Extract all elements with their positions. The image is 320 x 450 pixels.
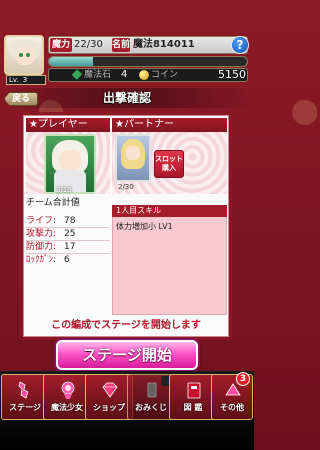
book-icon [187, 382, 201, 399]
mana-value: 22/30 [74, 39, 103, 50]
player-card[interactable] [44, 134, 96, 194]
team-total-title: チーム合計値 [26, 198, 80, 208]
divider [26, 240, 110, 241]
nav-encyclopedia[interactable] [169, 374, 217, 420]
divider [26, 253, 110, 254]
nav-magical-girl[interactable] [43, 374, 91, 420]
level-value: 3 [22, 76, 28, 84]
nav-shop[interactable] [85, 374, 133, 420]
experience-bar-fill [49, 57, 93, 66]
mana-label: 魔力 [50, 38, 72, 52]
slot-purchase-label-2: 購入 [162, 164, 176, 172]
nav-label-other: その他 [220, 403, 244, 412]
name-label: 名前 [112, 38, 131, 52]
player-card-cost: 3/15 [56, 186, 72, 194]
girl-icon [61, 381, 75, 399]
coin-label: コイン [151, 70, 179, 80]
player-section-header: ★プレイヤー [26, 118, 110, 132]
stat-label: 攻撃力: [26, 229, 57, 239]
magic-stone-label: 魔法石 [84, 70, 112, 80]
level-label: Lv. [9, 76, 19, 84]
page-title: 出撃確認 [102, 91, 151, 105]
nav-label-shop: ショップ [93, 403, 125, 412]
stat-value: 6 [64, 255, 70, 265]
map-icon [18, 381, 29, 399]
skill-name: 体力増加小 LV1 [116, 222, 173, 231]
stat-value: 17 [64, 242, 76, 252]
stat-row-lockgun: ﾛｯｸｶﾞﾝ: 6 [26, 255, 110, 266]
partner-card-cost: 2/30 [118, 183, 134, 191]
stat-label: ライフ: [26, 216, 57, 226]
stat-row-defense: 防御力: 17 [26, 242, 110, 253]
stat-row-life: ライフ: 78 [26, 216, 110, 227]
level-display: Lv. 3 [6, 75, 46, 85]
help-button[interactable]: ? [231, 36, 249, 54]
gem-icon [102, 382, 118, 398]
slot-purchase-button[interactable]: スロット 購入 [154, 150, 184, 178]
confirm-message: この編成でステージを開始します [51, 320, 201, 331]
magic-stone-value: 4 [121, 69, 128, 80]
stat-value: 25 [64, 229, 76, 239]
stat-label: 防御力: [26, 242, 57, 252]
stat-label: ﾛｯｸｶﾞﾝ: [26, 255, 57, 265]
stat-value: 78 [64, 216, 76, 226]
fortune-icon [147, 382, 157, 398]
player-avatar[interactable] [4, 35, 44, 75]
nav-stage[interactable] [1, 374, 49, 420]
nav-label-magical-girl: 魔法少女 [51, 403, 83, 412]
divider [26, 227, 110, 228]
notification-badge: 3 [236, 372, 250, 386]
stat-row-attack: 攻撃力: 25 [26, 229, 110, 240]
partner-section-header: ★パートナー [112, 118, 227, 132]
coin-value: 5150 [218, 68, 246, 81]
coin-icon [139, 70, 149, 80]
start-stage-button[interactable]: ステージ開始 [56, 340, 198, 370]
player-name: 魔法814011 [133, 39, 195, 50]
slot-purchase-label-1: スロット [155, 155, 183, 163]
nav-label-stage: ステージ [9, 403, 41, 412]
experience-bar [48, 56, 248, 67]
nav-label-omikuji: おみくじ [135, 403, 167, 412]
partner-card[interactable] [115, 134, 151, 182]
skill-header: 1人目スキル [112, 205, 227, 217]
